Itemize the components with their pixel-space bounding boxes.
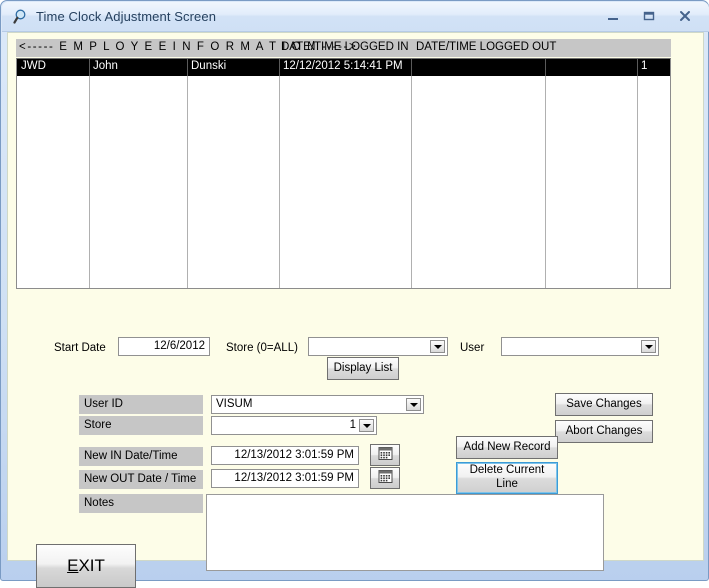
delete-current-line-label-1: Delete Current [469,464,545,477]
cell-datetime-in: 12/12/2012 5:14:41 PM [283,60,403,72]
exit-label-rest: XIT [78,556,105,575]
new-in-datetime-label: New IN Date/Time [79,447,203,466]
window-title: Time Clock Adjustment Screen [36,9,217,24]
new-out-datetime-label: New OUT Date / Time [79,470,203,489]
notes-textarea[interactable] [206,494,604,571]
user-id-value: VISUM [216,398,253,410]
display-list-button[interactable]: Display List [327,357,399,380]
chevron-down-icon[interactable] [359,419,374,432]
table-row[interactable]: JWD John Dunski 12/12/2012 5:14:41 PM 1 [17,59,670,76]
column-separator [637,59,638,288]
cell-last-name: Dunski [191,60,227,72]
calendar-icon [378,469,393,487]
row-cell-separator [89,59,90,76]
row-cell-separator [411,59,412,76]
new-out-datetime-input[interactable]: 12/13/2012 3:01:59 PM [211,469,359,488]
add-new-record-button[interactable]: Add New Record [456,436,558,459]
user-id-label: User ID [79,395,203,414]
store-label: Store [79,416,203,435]
column-separator [187,59,188,288]
chevron-down-icon[interactable] [641,340,656,353]
column-separator [89,59,90,288]
grid-header-row: <----- E M P L O Y E E I N F O R M A T I… [16,39,671,58]
magnifier-icon [13,8,31,26]
store-filter-label: Store (0=ALL) [226,342,298,354]
exit-button[interactable]: E XIT [36,544,136,588]
start-date-input[interactable]: 12/6/2012 [118,337,210,356]
minimize-button[interactable] [600,6,626,26]
maximize-button[interactable] [636,6,662,26]
calendar-picker-in-button[interactable] [370,444,400,466]
abort-changes-button[interactable]: Abort Changes [555,420,653,443]
user-filter-combo[interactable] [501,337,659,356]
new-in-datetime-input[interactable]: 12/13/2012 3:01:59 PM [211,446,359,465]
cell-user-id: JWD [21,60,46,72]
cell-first-name: John [93,60,118,72]
notes-label: Notes [79,494,203,513]
exit-accel-letter: E [67,556,79,575]
timeclock-grid[interactable]: <----- E M P L O Y E E I N F O R M A T I… [16,39,671,290]
start-date-label: Start Date [54,342,106,354]
client-area: <----- E M P L O Y E E I N F O R M A T I… [7,32,704,588]
row-cell-separator [187,59,188,76]
delete-current-line-label-2: Line [496,478,518,490]
chevron-down-icon[interactable] [430,340,445,353]
store-value: 1 [349,419,356,431]
calendar-picker-out-button[interactable] [370,467,400,489]
store-combo[interactable]: 1 [211,416,377,435]
user-id-combo[interactable]: VISUM [211,395,424,414]
title-bar: Time Clock Adjustment Screen [2,2,709,32]
application-window: Time Clock Adjustment Screen <----- E M [0,0,709,588]
row-cell-separator [637,59,638,76]
delete-current-line-button[interactable]: Delete Current Line [456,462,558,494]
column-header-datetime-logged-out: DATE/TIME LOGGED OUT [416,41,557,53]
column-header-datetime-logged-in: DATE/TIME LOGGED IN [281,41,409,53]
calendar-icon [378,446,393,464]
close-button[interactable] [672,6,698,26]
row-cell-separator [545,59,546,76]
column-separator [545,59,546,288]
row-cell-separator [279,59,280,76]
column-separator [279,59,280,288]
chevron-down-icon[interactable] [406,398,421,411]
grid-body[interactable]: JWD John Dunski 12/12/2012 5:14:41 PM 1 [16,58,671,289]
user-filter-label: User [460,342,485,354]
cell-store: 1 [641,60,648,72]
store-filter-combo[interactable] [308,337,448,356]
save-changes-button[interactable]: Save Changes [555,393,653,416]
column-separator [411,59,412,288]
